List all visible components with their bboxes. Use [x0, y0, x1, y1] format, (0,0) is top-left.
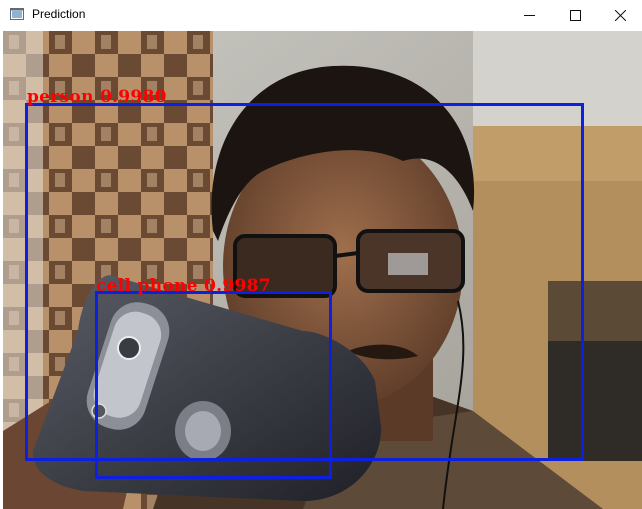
- title-bar[interactable]: Prediction: [0, 0, 642, 30]
- maximize-icon: [569, 9, 581, 21]
- cell-phone-detection-box: [95, 291, 332, 479]
- window-app-icon: [10, 8, 24, 20]
- close-icon: [614, 9, 626, 21]
- cell-phone-detection-label: cell phone 0.9987: [96, 276, 271, 296]
- window-title: Prediction: [32, 7, 86, 21]
- minimize-button[interactable]: [506, 0, 552, 30]
- video-frame: person 0.9980 cell phone 0.9987: [3, 31, 642, 509]
- maximize-button[interactable]: [552, 0, 598, 30]
- minimize-icon: [523, 14, 535, 16]
- person-detection-label: person 0.9980: [27, 87, 167, 107]
- prediction-window: Prediction person 0.9980 cell phone 0.99…: [0, 0, 642, 509]
- close-button[interactable]: [597, 0, 642, 30]
